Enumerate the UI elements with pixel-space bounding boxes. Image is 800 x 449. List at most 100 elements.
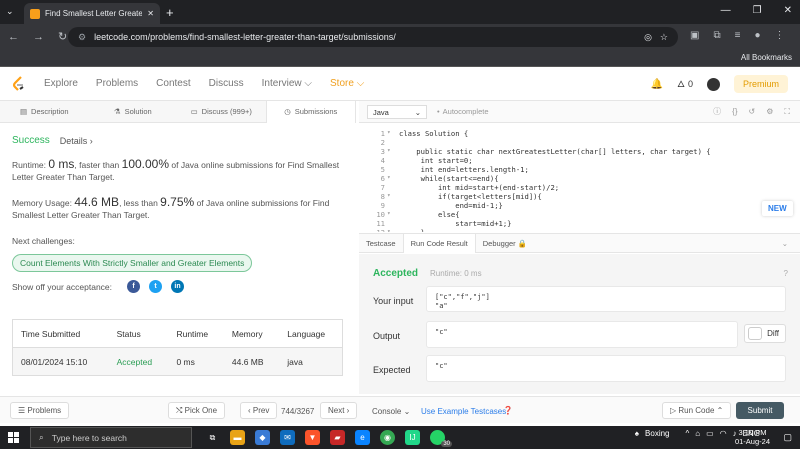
fold-icon[interactable]: ▾ — [387, 192, 391, 199]
help-circle-icon[interactable]: ❓ — [503, 406, 513, 415]
puzzle-icon[interactable]: ⧉ — [713, 30, 720, 41]
clock-icon: ◷ — [284, 107, 291, 116]
chrome-icon[interactable]: ◉ — [380, 430, 395, 445]
autocomplete-toggle[interactable]: • Autocomplete — [437, 107, 489, 116]
extension-icon[interactable]: ▣ — [690, 30, 699, 41]
code-line: } — [399, 228, 425, 232]
use-example-testcases[interactable]: Use Example Testcases — [421, 407, 506, 416]
fold-icon[interactable]: ▾ — [387, 147, 391, 154]
nav-discuss[interactable]: Discuss — [209, 78, 244, 89]
app-icon[interactable]: ▰ — [330, 430, 345, 445]
network-icon[interactable]: ⌂ — [695, 429, 700, 438]
profile-icon[interactable]: ● — [754, 30, 760, 41]
twitter-icon[interactable]: t — [149, 280, 163, 293]
diff-toggle[interactable]: Diff — [744, 324, 786, 343]
taskbar-search[interactable]: ⌕ Type here to search — [30, 427, 192, 448]
eye-off-icon[interactable]: ◎ — [644, 32, 652, 43]
minimize-icon[interactable]: — — [721, 5, 731, 16]
next-challenges-label: Next challenges: — [12, 236, 75, 246]
brave-icon[interactable]: ▼ — [305, 430, 320, 445]
code-line: while(start<=end){ — [399, 174, 499, 183]
submit-button[interactable]: Submit — [736, 402, 784, 419]
fold-icon[interactable]: ▾ — [387, 129, 391, 136]
site-info-icon[interactable]: ⚙ — [78, 32, 86, 43]
new-tab-button[interactable]: + — [166, 5, 174, 20]
wifi-icon[interactable]: ◠ — [720, 429, 727, 438]
menu-icon[interactable]: ⋮ — [774, 30, 784, 41]
nav-problems[interactable]: Problems — [96, 78, 138, 89]
code-line: end=mid-1;} — [399, 201, 503, 210]
console-toggle[interactable]: Console ⌄ — [372, 407, 410, 416]
close-tab-icon[interactable]: ✕ — [147, 9, 154, 18]
prev-button[interactable]: ‹ Prev — [240, 402, 278, 419]
fire-icon: 🜂 — [677, 79, 685, 89]
table-header-row: Time Submitted Status Runtime Memory Lan… — [12, 319, 343, 348]
premium-button[interactable]: Premium — [733, 75, 788, 93]
code-editor[interactable]: 1 ▾ class Solution {2 3 ▾ public static char… — [359, 123, 800, 232]
run-code-button[interactable]: ▷ Run Code ⌃ — [662, 402, 732, 419]
reading-list-icon[interactable]: ≡ — [735, 30, 741, 41]
nav-store[interactable]: Store ⌵ — [330, 78, 364, 89]
pick-one-button[interactable]: ⤭ Pick One — [168, 402, 226, 419]
avatar[interactable] — [706, 77, 720, 91]
nav-explore[interactable]: Explore — [44, 78, 78, 89]
cell-status-link[interactable]: Accepted — [108, 347, 169, 376]
tab-search-icon[interactable]: ⌄ — [6, 6, 14, 17]
leetcode-logo-icon[interactable] — [12, 76, 26, 92]
fire-counter[interactable]: 🜂 0 — [677, 75, 693, 93]
fold-icon[interactable]: ▾ — [387, 174, 391, 181]
edge-icon[interactable]: e — [355, 430, 370, 445]
address-bar[interactable]: ⚙ leetcode.com/problems/find-smallest-le… — [68, 27, 678, 47]
bell-icon[interactable]: 🔔 — [651, 79, 663, 90]
info-icon[interactable]: ⓘ — [713, 106, 721, 117]
store-icon[interactable]: ◆ — [255, 430, 270, 445]
tab-testcase[interactable]: Testcase — [359, 234, 403, 253]
tab-submissions[interactable]: ◷ Submissions — [265, 100, 356, 123]
next-challenge-link[interactable]: Count Elements With Strictly Smaller and… — [12, 254, 253, 272]
collapse-icon[interactable]: ⌄ — [782, 239, 788, 248]
all-bookmarks[interactable]: All Bookmarks — [741, 53, 792, 62]
fold-icon[interactable]: ▾ — [387, 228, 391, 232]
linkedin-icon[interactable]: in — [171, 280, 185, 293]
flask-icon: ⚗ — [113, 107, 121, 116]
task-view-icon[interactable]: ⧉ — [205, 430, 220, 445]
intellij-icon[interactable]: IJ — [405, 430, 420, 445]
line-number: 4 — [380, 156, 385, 165]
restore-icon[interactable]: ❐ — [753, 5, 762, 16]
fullscreen-icon[interactable]: ⛶ — [784, 107, 790, 117]
mail-icon[interactable]: ✉ — [280, 430, 295, 445]
file-explorer-icon[interactable]: ▬ — [230, 430, 245, 445]
tab-discuss[interactable]: ▭ Discuss (999+) — [177, 101, 266, 123]
close-window-icon[interactable]: ✕ — [784, 5, 792, 16]
facebook-icon[interactable]: f — [127, 280, 141, 293]
chevron-up-icon[interactable]: ^ — [686, 429, 690, 438]
nav-interview[interactable]: Interview ⌵ — [262, 78, 312, 89]
problems-button[interactable]: ☰ Problems — [10, 402, 70, 419]
weather-text[interactable]: Boxing — [645, 429, 669, 438]
tab-run-code-result[interactable]: Run Code Result — [402, 233, 476, 253]
details-link[interactable]: Details › — [60, 136, 93, 146]
back-icon[interactable]: ← — [8, 31, 19, 43]
battery-icon[interactable]: ▭ — [706, 429, 714, 438]
tab-debugger[interactable]: Debugger 🔒 — [476, 234, 534, 253]
forward-icon[interactable]: → — [33, 31, 44, 43]
language-select[interactable]: Java ⌄ — [367, 105, 427, 119]
next-button[interactable]: Next › — [320, 402, 358, 419]
star-icon[interactable]: ☆ — [660, 32, 668, 43]
new-badge[interactable]: NEW — [762, 201, 793, 216]
tab-solution[interactable]: ⚗ Solution — [89, 101, 178, 123]
reset-icon[interactable]: ↺ — [749, 107, 756, 116]
help-icon[interactable]: ? — [784, 269, 788, 278]
braces-icon[interactable]: {} — [732, 107, 737, 116]
fold-icon[interactable]: ▾ — [387, 210, 391, 217]
nav-contest[interactable]: Contest — [156, 78, 190, 89]
notification-icon[interactable]: ▢ — [783, 432, 792, 443]
tab-description[interactable]: ▤ Description — [0, 101, 89, 123]
browser-tab[interactable]: Find Smallest Letter Greater Th... ✕ — [24, 3, 160, 24]
whatsapp-icon[interactable]: 30 — [430, 430, 452, 447]
settings-icon[interactable]: ⚙ — [766, 107, 773, 116]
nav-buttons: ← → ↻ — [8, 30, 67, 44]
windows-start-icon[interactable] — [8, 432, 19, 443]
reload-icon[interactable]: ↻ — [58, 30, 67, 43]
clock[interactable]: 3:10 PM 01-Aug-24 — [735, 428, 770, 446]
